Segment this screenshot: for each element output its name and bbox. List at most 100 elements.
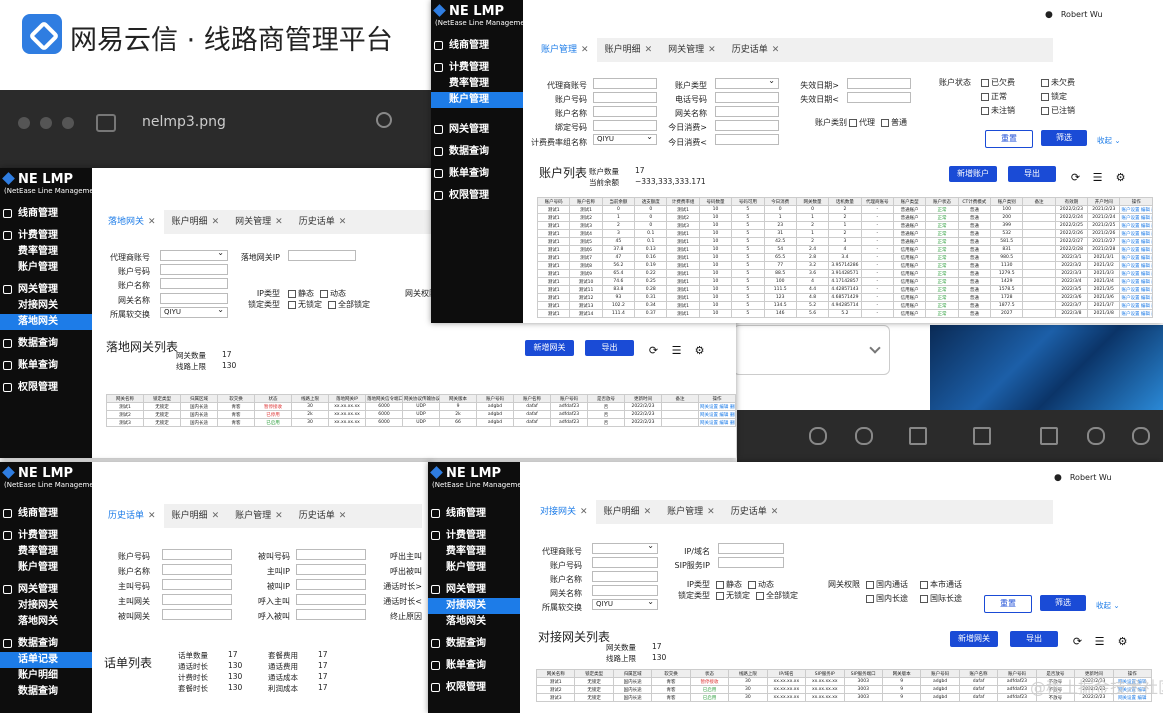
tab-cdr-2[interactable]: 历史话单 ✕ bbox=[291, 504, 355, 528]
sidebar-item-gateway[interactable]: 网关管理 bbox=[431, 122, 523, 138]
tab-cdr[interactable]: 历史话单 ✕ bbox=[723, 500, 787, 524]
sidebar-item-account[interactable]: 账户管理 bbox=[0, 260, 92, 276]
table-cell[interactable]: 账户设置 编辑 删除 bbox=[1119, 285, 1153, 294]
sidebar-item-billing[interactable]: 计费管理 bbox=[431, 60, 523, 76]
table-cell[interactable]: 网关设置 编辑 删除 bbox=[698, 418, 736, 427]
status-opt-2[interactable]: 正常 bbox=[975, 91, 1007, 102]
column-header[interactable]: 网关名称 bbox=[106, 394, 144, 403]
refresh-icon[interactable]: ⟳ bbox=[1072, 636, 1083, 647]
tab-cdr[interactable]: 历史话单 ✕ bbox=[291, 210, 355, 234]
sidebar-item-access-gw[interactable]: 对接网关 bbox=[0, 298, 92, 314]
gear-icon[interactable]: ⚙ bbox=[694, 345, 705, 356]
column-header[interactable]: 网关协议传输协议 bbox=[402, 394, 440, 403]
sidebar-item-perm[interactable]: 权限管理 bbox=[431, 188, 523, 204]
column-header[interactable]: 计费费率组 bbox=[666, 197, 700, 206]
lock-type-options[interactable]: 无锁定 全部锁定 bbox=[710, 590, 798, 601]
share-icon[interactable] bbox=[909, 427, 927, 445]
agent-select[interactable] bbox=[160, 248, 228, 261]
search-icon[interactable] bbox=[1132, 427, 1150, 445]
sidebar-item-data[interactable]: 数据查询 bbox=[428, 636, 520, 652]
table-cell[interactable]: 账户设置 编辑 删除 bbox=[1119, 205, 1153, 214]
today-lt-input[interactable] bbox=[715, 134, 779, 145]
perm-opt-1[interactable]: 本市通话 bbox=[914, 579, 962, 590]
column-header[interactable]: 账户状态 bbox=[925, 197, 959, 206]
user-name[interactable]: Robert Wu bbox=[1045, 10, 1103, 20]
sidebar-item-account[interactable]: 账户管理 bbox=[0, 560, 92, 576]
sidebar-item-rate[interactable]: 费率管理 bbox=[0, 544, 92, 560]
column-header[interactable]: 当前余额 bbox=[601, 197, 636, 206]
perm-opt-2[interactable]: 国内长途 bbox=[860, 593, 908, 604]
column-header[interactable]: 备注 bbox=[1022, 197, 1056, 206]
column-header[interactable]: 账户类别 bbox=[990, 197, 1024, 206]
status-opt-1[interactable]: 未欠费 bbox=[1035, 77, 1075, 88]
tab-acct-mgmt[interactable]: 账户管理 ✕ bbox=[659, 500, 723, 524]
sidebar-item-rate[interactable]: 费率管理 bbox=[431, 76, 523, 92]
ip-type-options[interactable]: 静态 动态 bbox=[710, 579, 774, 590]
sidebar-item-line[interactable]: 线商管理 bbox=[431, 38, 523, 54]
callee-ip-input[interactable] bbox=[296, 579, 366, 590]
column-header[interactable]: 透支额度 bbox=[634, 197, 668, 206]
export-button[interactable]: 导出 bbox=[1008, 166, 1056, 182]
table-cell[interactable]: 账户设置 编辑 删除 bbox=[1119, 309, 1153, 318]
column-header[interactable]: 状态 bbox=[254, 394, 292, 403]
perm-opt-0[interactable]: 国内通话 bbox=[860, 579, 908, 590]
column-header[interactable]: 锁定类型 bbox=[574, 669, 614, 678]
status-opt-0[interactable]: 已欠费 bbox=[975, 77, 1015, 88]
column-header[interactable]: 软交换 bbox=[651, 669, 691, 678]
column-header[interactable]: 更新时间 bbox=[624, 394, 662, 403]
export-button[interactable]: 导出 bbox=[585, 340, 634, 356]
acct-type-select[interactable] bbox=[715, 76, 779, 89]
sidebar-item-cdr[interactable]: 话单记录 bbox=[0, 652, 92, 668]
sidebar-item-acct-detail[interactable]: 账户明细 bbox=[0, 668, 92, 684]
acct-name-input[interactable] bbox=[162, 564, 232, 575]
column-header[interactable]: 账户类型 bbox=[892, 197, 927, 206]
acct-no-input[interactable] bbox=[592, 557, 658, 568]
column-header[interactable]: 号码可用 bbox=[731, 197, 765, 206]
tab-acct-detail[interactable]: 账户明细 ✕ bbox=[596, 500, 660, 524]
column-header[interactable]: 归属区域 bbox=[180, 394, 218, 403]
markup-icon[interactable] bbox=[973, 427, 991, 445]
sip-ip-input[interactable] bbox=[718, 557, 784, 568]
perm-opt-3[interactable]: 国际长途 bbox=[914, 593, 962, 604]
acct-name-input[interactable] bbox=[160, 278, 228, 289]
column-header[interactable]: 账户名称 bbox=[958, 669, 999, 678]
tab-acct-detail[interactable]: 账户明细 ✕ bbox=[597, 38, 661, 62]
gw-name-input[interactable] bbox=[160, 293, 228, 304]
sidebar-item-billing[interactable]: 计费管理 bbox=[428, 528, 520, 544]
sidebar-item-gateway[interactable]: 网关管理 bbox=[0, 582, 92, 598]
table-cell[interactable]: 账户设置 编辑 删除 bbox=[1119, 269, 1153, 278]
sidebar-item-rate[interactable]: 费率管理 bbox=[0, 244, 92, 260]
tab-landing[interactable]: 落地网关 ✕ bbox=[100, 210, 164, 234]
table-cell[interactable]: 账户设置 编辑 删除 bbox=[1119, 261, 1153, 270]
column-header[interactable]: CT计费模式 bbox=[957, 197, 992, 206]
collapse-link[interactable]: 收起 ⌄ bbox=[1096, 600, 1120, 611]
sidebar-item-line[interactable]: 线商管理 bbox=[428, 506, 520, 522]
rotate-icon[interactable] bbox=[1040, 427, 1058, 445]
today-gt-input[interactable] bbox=[715, 120, 779, 131]
column-header[interactable]: 锁定类型 bbox=[143, 394, 181, 403]
column-header[interactable]: 备注 bbox=[661, 394, 699, 403]
column-header[interactable]: 网关名称 bbox=[535, 669, 576, 678]
tab-gw-mgmt[interactable]: 网关管理 ✕ bbox=[227, 210, 291, 234]
status-opt-3[interactable]: 锁定 bbox=[1035, 91, 1067, 102]
add-gateway-button[interactable]: 新增网关 bbox=[525, 340, 574, 356]
user-name[interactable]: Robert Wu bbox=[1054, 473, 1112, 483]
acct-name-input[interactable] bbox=[592, 571, 658, 582]
table-cell[interactable]: 账户设置 编辑 删除 bbox=[1119, 277, 1153, 286]
zoom-out-icon[interactable] bbox=[809, 427, 827, 445]
sidebar-item-data-query[interactable]: 数据查询 bbox=[0, 684, 92, 700]
column-header[interactable]: 账户号码 bbox=[550, 394, 588, 403]
sidebar-item-gateway[interactable]: 网关管理 bbox=[0, 282, 92, 298]
zoom-in-icon[interactable] bbox=[855, 427, 873, 445]
sidebar-item-line[interactable]: 线商管理 bbox=[0, 206, 92, 222]
column-header[interactable]: 归属区域 bbox=[612, 669, 653, 678]
column-header[interactable]: 账户号码 bbox=[920, 669, 960, 678]
tab-acct-mgmt[interactable]: 账户管理 ✕ bbox=[533, 38, 597, 62]
gear-icon[interactable]: ⚙ bbox=[1117, 636, 1128, 647]
sidebar-item-access-gw[interactable]: 对接网关 bbox=[0, 598, 92, 614]
table-cell[interactable]: 网关设置 编辑 删除 bbox=[698, 410, 736, 419]
tab-cdr[interactable]: 历史话单 ✕ bbox=[100, 504, 164, 528]
column-header[interactable]: 代理商账号 bbox=[860, 197, 894, 206]
sidebar-item-access-gw[interactable]: 对接网关 bbox=[428, 598, 520, 614]
ip-domain-input[interactable] bbox=[718, 543, 784, 554]
